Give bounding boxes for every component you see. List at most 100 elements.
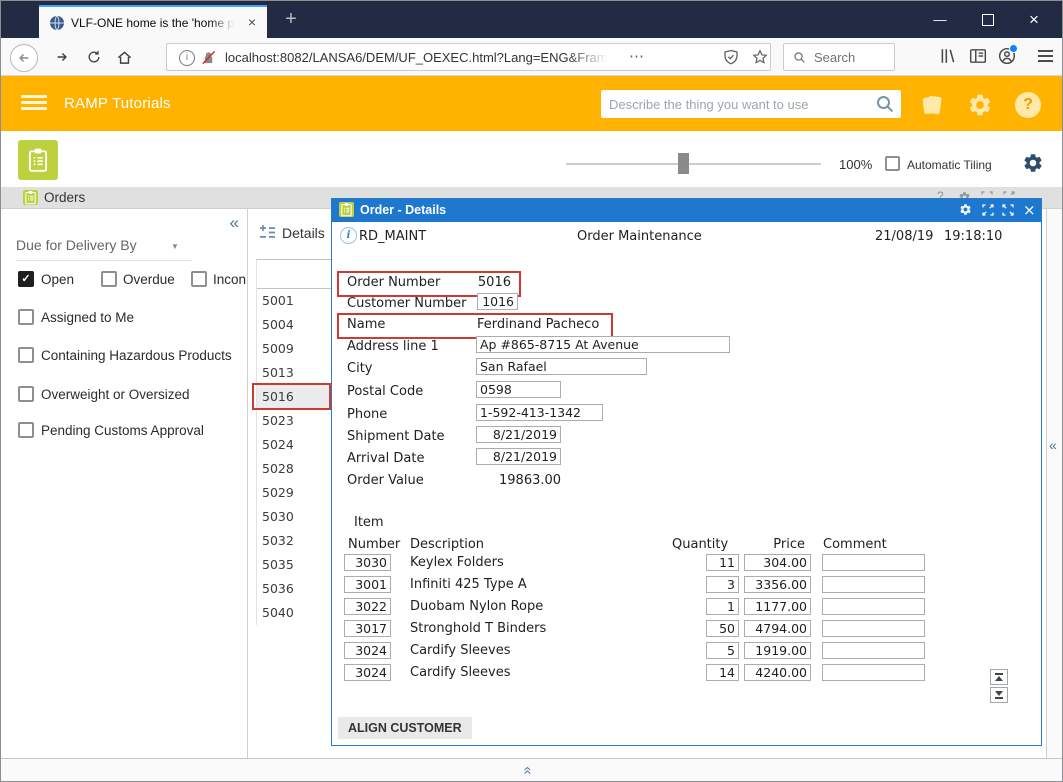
order-list-item[interactable]: 5028 [257, 457, 333, 481]
phone-input[interactable] [476, 404, 603, 421]
order-list-item[interactable]: 5004 [257, 313, 333, 337]
item-quantity-input[interactable] [706, 664, 739, 681]
filter-checkbox-incoming[interactable] [191, 271, 207, 287]
item-comment-input[interactable] [822, 554, 925, 571]
layout-settings-gear-icon[interactable] [1022, 152, 1044, 174]
bottom-panel-expand-icon[interactable]: « [520, 766, 537, 774]
site-info-icon[interactable]: i [179, 50, 195, 66]
window-close-button[interactable]: × [1012, 1, 1056, 38]
app-search-icon[interactable] [875, 94, 895, 114]
app-menu-icon[interactable] [21, 95, 47, 113]
order-list-item[interactable]: 5009 [257, 337, 333, 361]
item-number-input[interactable] [344, 620, 391, 637]
filter-checkbox-hazardous[interactable] [18, 347, 34, 363]
panel-collapse-icon[interactable]: « [230, 213, 239, 233]
sidebar-toggle-icon[interactable] [969, 47, 987, 65]
cards-layers-icon[interactable] [919, 92, 945, 118]
item-number-input[interactable] [344, 664, 391, 681]
item-price-input[interactable] [744, 576, 811, 593]
customer-number-input[interactable] [477, 293, 518, 310]
window-maximize-button[interactable] [966, 1, 1010, 38]
item-price-input[interactable] [744, 664, 811, 681]
reload-button[interactable] [81, 44, 107, 70]
order-list-item[interactable]: 5029 [257, 481, 333, 505]
filter-checkbox-customs[interactable] [18, 422, 34, 438]
dialog-close-icon[interactable]: × [1023, 200, 1036, 220]
new-tab-button[interactable]: + [277, 6, 305, 34]
forward-button[interactable] [49, 44, 75, 70]
order-list-item[interactable]: 5032 [257, 529, 333, 553]
right-panel-expand-icon[interactable]: « [1049, 437, 1057, 453]
zoom-slider-handle[interactable] [678, 153, 689, 174]
help-icon[interactable]: ? [1015, 92, 1041, 118]
item-number-input[interactable] [344, 642, 391, 659]
library-icon[interactable] [939, 47, 957, 65]
item-price-input[interactable] [744, 620, 811, 637]
address1-input[interactable] [476, 336, 730, 353]
tab-close-icon[interactable]: × [243, 14, 261, 32]
item-quantity-input[interactable] [706, 620, 739, 637]
filter-checkbox-assigned[interactable] [18, 309, 34, 325]
dialog-restore-icon[interactable] [1002, 204, 1014, 216]
home-button[interactable] [111, 44, 137, 70]
item-comment-input[interactable] [822, 664, 925, 681]
item-quantity-input[interactable] [706, 554, 739, 571]
item-comment-input[interactable] [822, 576, 925, 593]
item-number-input[interactable] [344, 576, 391, 593]
order-list-item[interactable]: 5036 [257, 577, 333, 601]
filter-checkbox-overdue[interactable] [101, 271, 117, 287]
scroll-to-bottom-button[interactable] [990, 687, 1008, 703]
insecure-lock-icon[interactable] [201, 50, 216, 65]
window-minimize-button[interactable]: — [918, 1, 962, 38]
order-list-item[interactable]: 5030 [257, 505, 333, 529]
order-list-item[interactable]: 5016 [252, 383, 333, 410]
item-comment-input[interactable] [822, 598, 925, 615]
item-comment-input[interactable] [822, 642, 925, 659]
page-actions-icon[interactable]: ⋯ [629, 47, 644, 65]
settings-gear-icon[interactable] [967, 92, 993, 118]
zoom-slider-track[interactable] [566, 163, 821, 165]
item-price-input[interactable] [744, 554, 811, 571]
item-price-input[interactable] [744, 598, 811, 615]
profile-account-icon[interactable] [998, 44, 1018, 65]
browser-search-bar[interactable]: Search [783, 43, 895, 71]
item-comment-input[interactable] [822, 620, 925, 637]
item-quantity-input[interactable] [706, 598, 739, 615]
item-quantity-input[interactable] [706, 642, 739, 659]
filter-label-hazardous: Containing Hazardous Products [41, 348, 232, 363]
dropdown-arrow-icon[interactable]: ▼ [171, 242, 179, 251]
order-list-item[interactable]: 5023 [257, 409, 333, 433]
order-list-item[interactable]: 5013 [257, 361, 333, 385]
align-customer-button[interactable]: ALIGN CUSTOMER [338, 717, 472, 739]
dialog-titlebar[interactable]: Order - Details × [332, 199, 1041, 222]
item-number-input[interactable] [344, 554, 391, 571]
pocket-shield-icon[interactable] [723, 49, 739, 65]
url-bar[interactable]: i localhost:8082/LANSA6/DEM/UF_OEXEC.htm… [166, 43, 771, 71]
city-input[interactable] [476, 358, 647, 375]
item-quantity-input[interactable] [706, 576, 739, 593]
postal-code-input[interactable] [476, 381, 561, 398]
dialog-maximize-icon[interactable] [982, 204, 994, 216]
order-list-item[interactable]: 5001 [257, 289, 333, 313]
filter-checkbox-overweight[interactable] [18, 386, 34, 402]
due-for-delivery-dropdown[interactable]: Due for Delivery By [16, 237, 137, 253]
shipment-date-input[interactable] [476, 426, 561, 443]
tab-details[interactable]: Details [282, 225, 325, 241]
order-list-item[interactable]: 5035 [257, 553, 333, 577]
orders-launcher-button[interactable] [18, 140, 58, 180]
item-number-input[interactable] [344, 598, 391, 615]
back-button[interactable] [10, 44, 38, 72]
dialog-gear-icon[interactable] [959, 203, 972, 216]
bookmark-star-icon[interactable] [752, 49, 768, 65]
order-list-item[interactable]: 5024 [257, 433, 333, 457]
arrival-date-input[interactable] [476, 448, 561, 465]
order-list-item[interactable]: 5040 [257, 601, 333, 625]
app-search-input[interactable] [601, 90, 901, 118]
app-header: RAMP Tutorials ? [1, 76, 1062, 131]
filter-checkbox-open[interactable] [18, 271, 34, 287]
scroll-to-top-button[interactable] [990, 669, 1008, 685]
item-price-input[interactable] [744, 642, 811, 659]
automatic-tiling-checkbox[interactable] [885, 156, 900, 171]
browser-tab[interactable]: VLF-ONE home is the 'home pa × [39, 5, 267, 38]
browser-menu-icon[interactable] [1038, 50, 1053, 65]
